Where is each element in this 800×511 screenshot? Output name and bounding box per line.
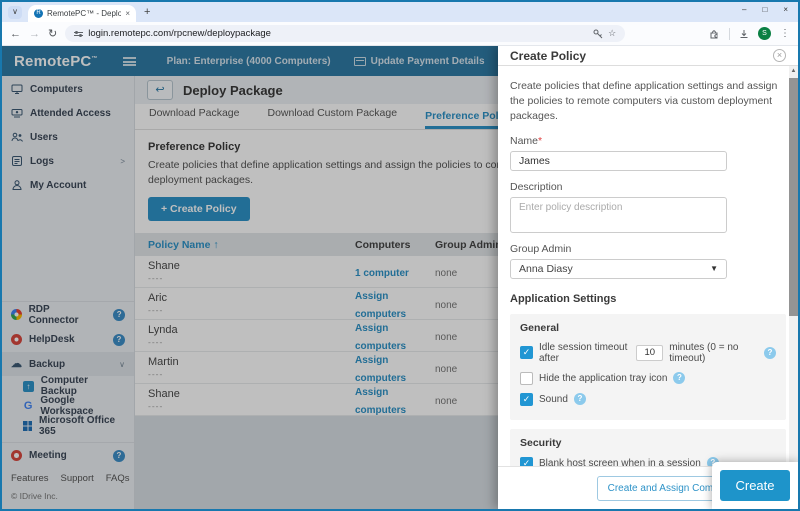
browser-tab-title: RemotePC™ - Deploy Package <box>47 9 121 18</box>
extensions-icon[interactable] <box>710 29 720 39</box>
tab-close-icon[interactable]: × <box>125 9 130 18</box>
create-policy-panel: Create Policy × Create policies that def… <box>498 46 798 509</box>
window-minimize-button[interactable]: – <box>742 5 746 14</box>
panel-header: Create Policy × <box>498 46 798 66</box>
window-close-button[interactable]: × <box>783 5 788 14</box>
panel-scrollbar[interactable]: ▲ <box>789 66 798 466</box>
required-asterisk: * <box>538 135 542 147</box>
idle-timeout-minutes-field[interactable] <box>636 345 663 361</box>
downloads-icon[interactable] <box>739 29 749 39</box>
reload-icon[interactable]: ↻ <box>48 27 57 40</box>
group-admin-selected-value: Anna Diasy <box>519 263 573 275</box>
create-button-spotlight: Create <box>712 462 798 509</box>
toolbar-divider <box>729 28 730 40</box>
page: RemotePC™ Plan: Enterprise (4000 Compute… <box>2 46 798 509</box>
password-key-icon[interactable] <box>593 29 603 39</box>
hide-tray-checkbox[interactable] <box>520 372 533 385</box>
close-icon[interactable]: × <box>773 49 786 62</box>
panel-description: Create policies that define application … <box>510 79 786 125</box>
application-settings-label: Application Settings <box>510 293 786 305</box>
url-text[interactable]: login.remotepc.com/rpcnew/deploypackage <box>88 28 588 39</box>
sound-checkbox[interactable]: ✓ <box>520 393 533 406</box>
hide-tray-label: Hide the application tray icon <box>539 373 667 384</box>
browser-menu-icon[interactable]: ⋮ <box>780 28 790 39</box>
name-label: Name* <box>510 135 786 147</box>
group-admin-select[interactable]: Anna Diasy ▼ <box>510 259 727 279</box>
idle-timeout-row: ✓ Idle session timeout after minutes (0 … <box>520 342 776 364</box>
scroll-up-icon[interactable]: ▲ <box>789 66 798 76</box>
tab-search-icon[interactable]: ∨ <box>8 6 22 19</box>
browser-toolbar: ← → ↻ login.remotepc.com/rpcnew/deploypa… <box>2 22 798 46</box>
idle-timeout-suffix: minutes (0 = no timeout) <box>669 342 758 364</box>
site-info-icon[interactable] <box>74 32 83 36</box>
security-settings-box: Security ✓ Blank host screen when in a s… <box>510 429 786 466</box>
group-admin-label: Group Admin <box>510 243 786 255</box>
security-title: Security <box>520 437 776 449</box>
name-field[interactable] <box>510 151 727 171</box>
hide-tray-row: Hide the application tray icon ? <box>520 372 776 385</box>
sound-label: Sound <box>539 394 568 405</box>
panel-title: Create Policy <box>510 49 586 63</box>
chevron-down-icon: ▼ <box>710 264 718 273</box>
site-favicon: R <box>34 9 43 18</box>
description-field[interactable] <box>510 197 727 233</box>
bookmark-star-icon[interactable]: ☆ <box>608 28 616 39</box>
idle-timeout-label: Idle session timeout after <box>539 342 630 364</box>
window-maximize-button[interactable]: □ <box>762 5 767 14</box>
help-icon[interactable]: ? <box>764 347 776 359</box>
scrollbar-thumb[interactable] <box>789 78 798 316</box>
browser-tab[interactable]: R RemotePC™ - Deploy Package × <box>28 5 136 22</box>
browser-tabstrip: ∨ R RemotePC™ - Deploy Package × + – □ × <box>2 2 798 22</box>
panel-body: Create policies that define application … <box>498 66 798 466</box>
address-bar[interactable]: login.remotepc.com/rpcnew/deploypackage … <box>65 25 625 42</box>
forward-icon[interactable]: → <box>29 28 40 40</box>
general-settings-box: General ✓ Idle session timeout after min… <box>510 314 786 420</box>
sound-row: ✓ Sound ? <box>520 393 776 406</box>
help-icon[interactable]: ? <box>673 372 685 384</box>
general-title: General <box>520 322 776 334</box>
description-label: Description <box>510 181 786 193</box>
modal-dim-overlay <box>2 46 498 509</box>
create-button[interactable]: Create <box>720 470 789 501</box>
new-tab-button[interactable]: + <box>144 6 150 18</box>
back-icon[interactable]: ← <box>10 28 21 40</box>
idle-timeout-checkbox[interactable]: ✓ <box>520 346 533 359</box>
blank-host-label: Blank host screen when in a session <box>539 458 701 466</box>
browser-window: ∨ R RemotePC™ - Deploy Package × + – □ ×… <box>0 0 800 511</box>
blank-host-checkbox[interactable]: ✓ <box>520 457 533 466</box>
help-icon[interactable]: ? <box>574 393 586 405</box>
profile-avatar[interactable]: S <box>758 27 771 40</box>
